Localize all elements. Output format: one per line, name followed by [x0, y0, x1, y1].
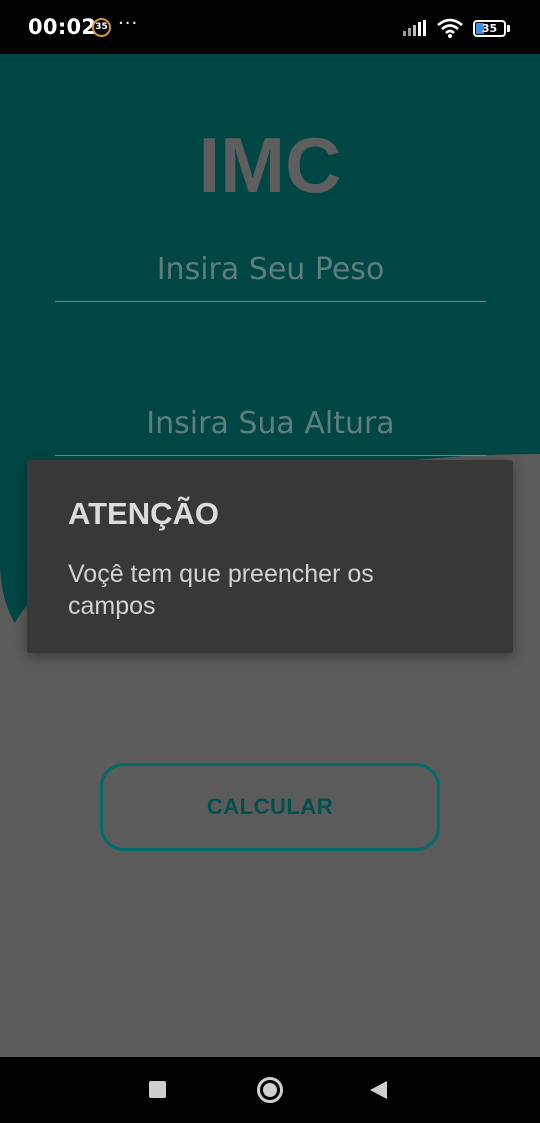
more-notifications-icon: ··· — [118, 13, 139, 34]
wifi-icon — [437, 18, 463, 38]
notification-badge-icon: 35 — [92, 18, 111, 37]
battery-icon: 35 — [473, 19, 506, 37]
alert-dialog[interactable]: ATENÇÃO Voçê tem que preencher os campos — [27, 460, 513, 653]
navigation-bar — [0, 1057, 540, 1123]
app-title: IMC — [198, 121, 342, 209]
recent-apps-icon[interactable] — [149, 1081, 166, 1098]
signal-icon — [403, 20, 426, 36]
weight-field[interactable] — [55, 252, 486, 302]
battery-level: 35 — [481, 21, 498, 35]
dialog-message: Voçê tem que preencher os campos — [68, 560, 374, 620]
weight-input[interactable] — [55, 252, 486, 302]
calculate-button[interactable]: CALCULAR — [100, 763, 440, 851]
dialog-title: ATENÇÃO — [68, 496, 219, 531]
phone-screen: 00:02 35 ··· 35 IMC Insira Seu Peso Insi… — [0, 0, 540, 1123]
home-icon[interactable] — [257, 1077, 283, 1103]
back-icon[interactable] — [370, 1081, 387, 1099]
status-time: 00:02 — [28, 15, 97, 39]
height-field[interactable] — [55, 406, 486, 456]
status-bar: 00:02 35 ··· 35 — [0, 0, 540, 54]
height-input[interactable] — [55, 406, 486, 456]
battery-tip — [507, 24, 510, 32]
status-icons: 35 — [403, 16, 510, 40]
